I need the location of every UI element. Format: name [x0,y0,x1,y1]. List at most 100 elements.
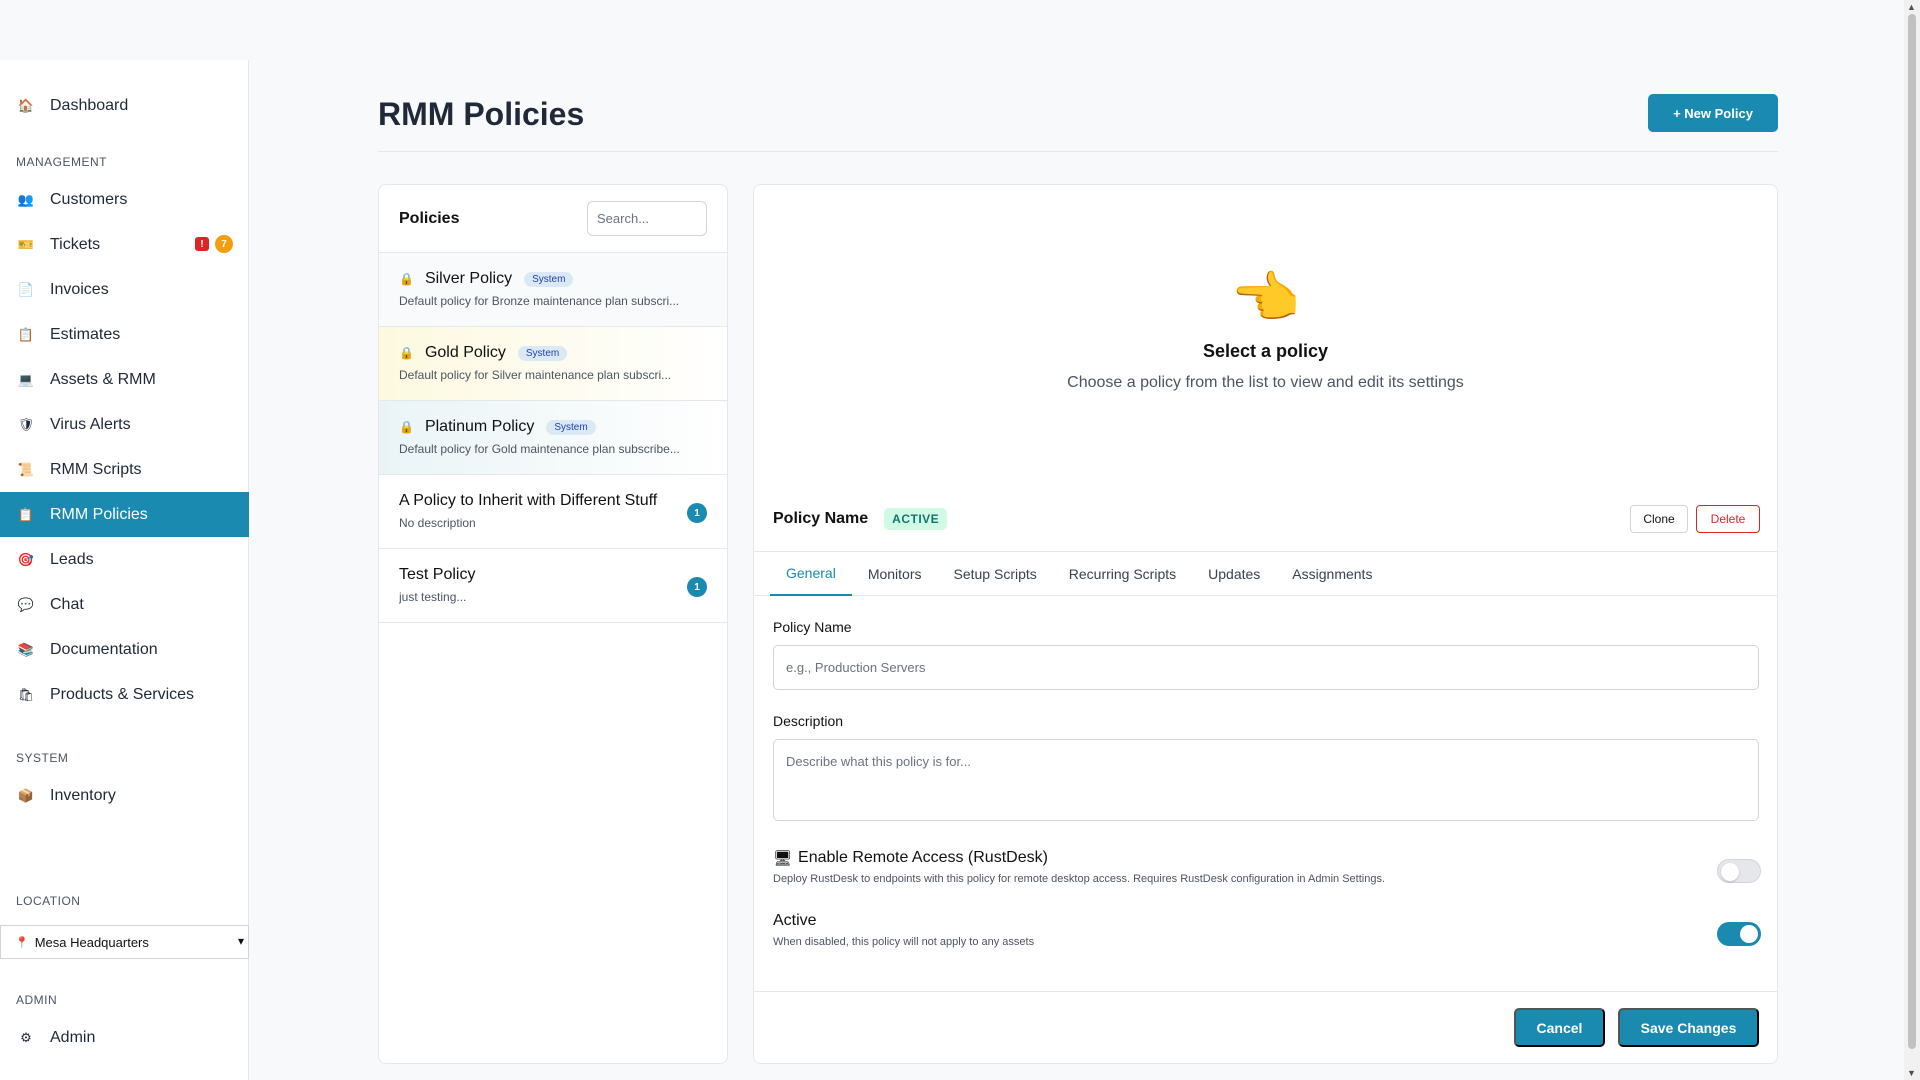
policy-name-input[interactable] [773,645,1759,690]
cancel-button[interactable]: Cancel [1514,1008,1605,1047]
sidebar-item-label: Invoices [50,280,109,298]
sidebar-item-label: Inventory [50,786,116,804]
sidebar-item-label: RMM Scripts [50,460,142,478]
new-policy-button[interactable]: + New Policy [1648,94,1778,132]
sidebar-item-inventory[interactable]: 📦 Inventory [0,773,249,818]
section-management: MANAGEMENT [16,155,108,169]
sidebar: 🏠 Dashboard MANAGEMENT 👥 Customers 🎫 Tic… [0,60,249,1080]
active-toggle[interactable] [1717,922,1761,946]
page-scrollbar[interactable]: ▲ ▼ [1904,0,1920,1080]
gear-icon: ⚙ [20,1029,32,1045]
policy-name-heading: Policy Name [773,510,869,527]
description-label: Description [773,713,844,729]
tab-updates[interactable]: Updates [1192,552,1276,596]
toggle-knob [1740,925,1758,943]
tab-general[interactable]: General [770,552,852,596]
scroll-down-icon[interactable]: ▼ [1907,1068,1916,1078]
scroll-thumb[interactable] [1908,14,1916,1049]
delete-button[interactable]: Delete [1696,505,1760,533]
divider [378,151,1778,152]
policy-name: A Policy to Inherit with Different Stuff [399,492,658,509]
sidebar-item-label: Assets & RMM [50,370,156,388]
empty-subtitle: Choose a policy from the list to view an… [1067,374,1464,391]
tab-assignments[interactable]: Assignments [1276,552,1388,596]
scroll-up-icon[interactable]: ▲ [1907,2,1916,12]
sidebar-item-invoices[interactable]: 📄 Invoices [0,267,249,312]
section-admin: ADMIN [16,993,58,1007]
tab-setup-scripts[interactable]: Setup Scripts [938,552,1053,596]
assignment-count-badge: 1 [687,577,707,597]
policy-item-inherit[interactable]: A Policy to Inherit with Different Stuff… [379,475,727,549]
computer-icon: 💻 [17,371,35,387]
policy-description: No description [399,516,476,530]
lock-icon: 🔒 [399,420,414,434]
assignment-count-badge: 1 [687,503,707,523]
sidebar-item-label: Dashboard [50,96,129,114]
policies-panel: Policies 🔒 Silver Policy System Default … [378,184,728,1064]
shopping-bags-icon: 🛍 [17,686,35,702]
ticket-count-badge: 7 [215,235,233,253]
sidebar-item-dashboard[interactable]: 🏠 Dashboard [0,83,249,128]
sidebar-item-products[interactable]: 🛍 Products & Services [0,672,249,717]
section-system: SYSTEM [16,751,69,765]
clone-button[interactable]: Clone [1630,505,1688,533]
policy-item-test[interactable]: Test Policy just testing... 1 [379,549,727,623]
policies-header: Policies [379,185,727,253]
sidebar-item-label: Leads [50,550,94,568]
desktop-computer-icon: 🖥 [773,850,793,867]
system-badge: System [524,271,574,287]
pin-icon: 📍 [15,936,29,949]
policy-item-platinum[interactable]: 🔒 Platinum Policy System Default policy … [379,401,727,475]
remote-access-setting: 🖥 Enable Remote Access (RustDesk) Deploy… [773,849,1761,885]
pointing-hand-icon: 👈 [1230,266,1301,329]
sidebar-item-label: RMM Policies [50,505,148,523]
sidebar-item-label: Virus Alerts [50,415,131,433]
sidebar-item-estimates[interactable]: 📋 Estimates [0,312,249,357]
sidebar-item-chat[interactable]: 💬 Chat [0,582,249,627]
ticket-icon: 🎫 [17,236,35,252]
remote-access-description: Deploy RustDesk to endpoints with this p… [773,873,1386,885]
sidebar-item-assets[interactable]: 💻 Assets & RMM [0,357,249,402]
sidebar-item-rmm-policies[interactable]: 📋 RMM Policies [0,492,249,537]
sidebar-item-leads[interactable]: 🎯 Leads [0,537,249,582]
location-select[interactable]: 📍 Mesa Headquarters ▾ [0,925,249,959]
policy-item-silver[interactable]: 🔒 Silver Policy System Default policy fo… [379,253,727,327]
policy-item-gold[interactable]: 🔒 Gold Policy System Default policy for … [379,327,727,401]
sidebar-item-rmm-scripts[interactable]: 📜 RMM Scripts [0,447,249,492]
policies-title: Policies [399,209,460,227]
policy-name: Platinum Policy [424,418,535,435]
tab-monitors[interactable]: Monitors [852,552,938,596]
sidebar-item-customers[interactable]: 👥 Customers [0,177,249,222]
description-textarea[interactable] [773,739,1759,821]
sidebar-item-label: Chat [50,595,84,613]
location-value: Mesa Headquarters [34,934,149,950]
search-input[interactable] [587,201,707,236]
chat-icon: 💬 [17,596,35,612]
remote-access-title: Enable Remote Access (RustDesk) [798,849,1048,866]
save-button[interactable]: Save Changes [1618,1008,1759,1047]
system-badge: System [517,345,568,361]
target-icon: 🎯 [17,551,35,567]
empty-state: 👈 Select a policy Choose a policy from t… [754,265,1777,392]
lock-icon: 🔒 [399,346,414,360]
sidebar-item-tickets[interactable]: 🎫 Tickets ! 7 [0,222,249,267]
sidebar-item-virus-alerts[interactable]: 🛡 Virus Alerts [0,402,249,447]
policy-description: Default policy for Bronze maintenance pl… [399,294,680,308]
sidebar-item-documentation[interactable]: 📚 Documentation [0,627,249,672]
policy-description: Default policy for Silver maintenance pl… [399,368,672,382]
books-icon: 📚 [17,641,35,657]
section-location: LOCATION [16,894,81,908]
policy-name: Test Policy [399,566,476,583]
sidebar-item-label: Documentation [50,640,158,658]
sidebar-item-admin[interactable]: ⚙ Admin [0,1015,249,1060]
page-title: RMM Policies [378,96,585,132]
lock-icon: 🔒 [399,272,414,286]
remote-access-toggle[interactable] [1717,859,1761,883]
scroll-icon: 📜 [17,461,35,477]
policy-tabs: General Monitors Setup Scripts Recurring… [754,551,1777,596]
tab-recurring-scripts[interactable]: Recurring Scripts [1053,552,1192,596]
chevron-down-icon: ▾ [237,934,244,948]
divider [754,991,1777,992]
detail-header: Policy Name ACTIVE [773,508,948,530]
sidebar-item-label: Admin [50,1028,96,1046]
